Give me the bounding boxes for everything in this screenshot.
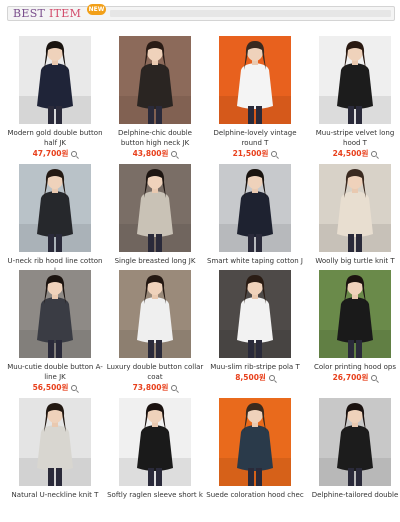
product-item[interactable]: Modern gold double button half JK 47,700원 xyxy=(5,36,105,159)
product-photo xyxy=(319,270,391,358)
price-row: 43,800원 xyxy=(105,149,205,159)
magnifier-icon[interactable] xyxy=(371,375,378,381)
product-name[interactable]: Single breasted long JK xyxy=(105,256,205,266)
product-price: 26,700원 xyxy=(332,373,369,382)
product-name[interactable]: Delphine-lovely vintage round T xyxy=(205,128,305,148)
product-thumbnail[interactable] xyxy=(119,398,191,486)
product-photo xyxy=(19,164,91,252)
product-item[interactable]: Color printing hood ops 26,700원 xyxy=(305,270,400,383)
product-price: 47,700원 xyxy=(32,149,69,158)
magnifier-icon[interactable] xyxy=(171,151,178,157)
product-thumbnail[interactable] xyxy=(19,270,91,358)
product-thumbnail[interactable] xyxy=(319,398,391,486)
magnifier-icon[interactable] xyxy=(71,385,78,391)
product-thumbnail[interactable] xyxy=(119,164,191,252)
product-photo xyxy=(319,398,391,486)
magnifier-icon[interactable] xyxy=(71,151,78,157)
product-price: 21,500원 xyxy=(232,149,269,158)
product-thumbnail[interactable] xyxy=(19,398,91,486)
product-thumbnail[interactable] xyxy=(319,270,391,358)
product-item[interactable]: Muu-cutie double button A-line JK 56,500원 xyxy=(5,270,105,393)
product-name[interactable]: Smart white taping cotton J xyxy=(205,256,305,266)
price-row: 26,700원 xyxy=(305,373,400,383)
product-name[interactable]: Luxury double button collar coat xyxy=(105,362,205,382)
product-thumbnail[interactable] xyxy=(319,164,391,252)
magnifier-icon[interactable] xyxy=(371,151,378,157)
product-item[interactable]: Luxury double button collar coat 73,800원 xyxy=(105,270,205,393)
product-photo xyxy=(119,398,191,486)
product-item[interactable]: Softly raglen sleeve short k xyxy=(105,398,205,500)
product-item[interactable]: Smart white taping cotton J xyxy=(205,164,305,266)
product-name[interactable]: Delphine-chic double button high neck JK xyxy=(105,128,205,148)
price-row: 8,500원 xyxy=(205,373,305,383)
product-photo xyxy=(219,36,291,124)
product-photo xyxy=(219,270,291,358)
product-thumbnail[interactable] xyxy=(119,36,191,124)
product-thumbnail[interactable] xyxy=(319,36,391,124)
product-photo xyxy=(319,36,391,124)
product-item[interactable]: Suede coloration hood chec xyxy=(205,398,305,500)
product-item[interactable]: Muu-slim rib-stripe pola T 8,500원 xyxy=(205,270,305,383)
magnifier-icon[interactable] xyxy=(171,385,178,391)
magnifier-icon[interactable] xyxy=(268,375,275,381)
product-name[interactable]: Woolly big turtle knit T xyxy=(305,256,400,266)
product-name[interactable]: Natural U-neckline knit T xyxy=(5,490,105,500)
product-thumbnail[interactable] xyxy=(119,270,191,358)
product-item[interactable]: Woolly big turtle knit T xyxy=(305,164,400,266)
product-item[interactable]: Delphine-tailored double but xyxy=(305,398,400,500)
product-photo xyxy=(19,270,91,358)
product-photo xyxy=(119,164,191,252)
product-photo xyxy=(319,164,391,252)
product-price: 73,800원 xyxy=(132,383,169,392)
product-name[interactable]: Muu-stripe velvet long hood T xyxy=(305,128,400,148)
product-item[interactable]: Delphine-lovely vintage round T 21,500원 xyxy=(205,36,305,159)
product-price: 56,500원 xyxy=(32,383,69,392)
product-photo xyxy=(219,398,291,486)
product-name[interactable]: Softly raglen sleeve short k xyxy=(105,490,205,500)
product-thumbnail[interactable] xyxy=(219,36,291,124)
product-name[interactable]: Muu-cutie double button A-line JK xyxy=(5,362,105,382)
magnifier-icon[interactable] xyxy=(271,151,278,157)
product-photo xyxy=(19,398,91,486)
product-item[interactable]: Natural U-neckline knit T xyxy=(5,398,105,500)
product-photo xyxy=(219,164,291,252)
product-name[interactable]: Muu-slim rib-stripe pola T xyxy=(205,362,305,372)
product-price: 8,500원 xyxy=(235,373,266,382)
product-thumbnail[interactable] xyxy=(219,164,291,252)
product-thumbnail[interactable] xyxy=(219,398,291,486)
price-row: 73,800원 xyxy=(105,383,205,393)
product-photo xyxy=(19,36,91,124)
price-row: 47,700원 xyxy=(5,149,105,159)
product-item[interactable]: U-neck rib hood line cotton l xyxy=(5,164,105,276)
product-photo xyxy=(119,36,191,124)
product-name[interactable]: Suede coloration hood chec xyxy=(205,490,305,500)
product-price: 24,500원 xyxy=(332,149,369,158)
product-grid: Modern gold double button half JK 47,700원… xyxy=(0,0,400,522)
product-thumbnail[interactable] xyxy=(219,270,291,358)
product-thumbnail[interactable] xyxy=(19,36,91,124)
price-row: 21,500원 xyxy=(205,149,305,159)
price-row: 24,500원 xyxy=(305,149,400,159)
product-item[interactable]: Single breasted long JK xyxy=(105,164,205,266)
product-name[interactable]: Delphine-tailored double but xyxy=(305,490,400,500)
product-name[interactable]: Color printing hood ops xyxy=(305,362,400,372)
product-thumbnail[interactable] xyxy=(19,164,91,252)
product-price: 43,800원 xyxy=(132,149,169,158)
price-row: 56,500원 xyxy=(5,383,105,393)
product-photo xyxy=(119,270,191,358)
product-item[interactable]: Muu-stripe velvet long hood T 24,500원 xyxy=(305,36,400,159)
product-name[interactable]: Modern gold double button half JK xyxy=(5,128,105,148)
product-item[interactable]: Delphine-chic double button high neck JK… xyxy=(105,36,205,159)
